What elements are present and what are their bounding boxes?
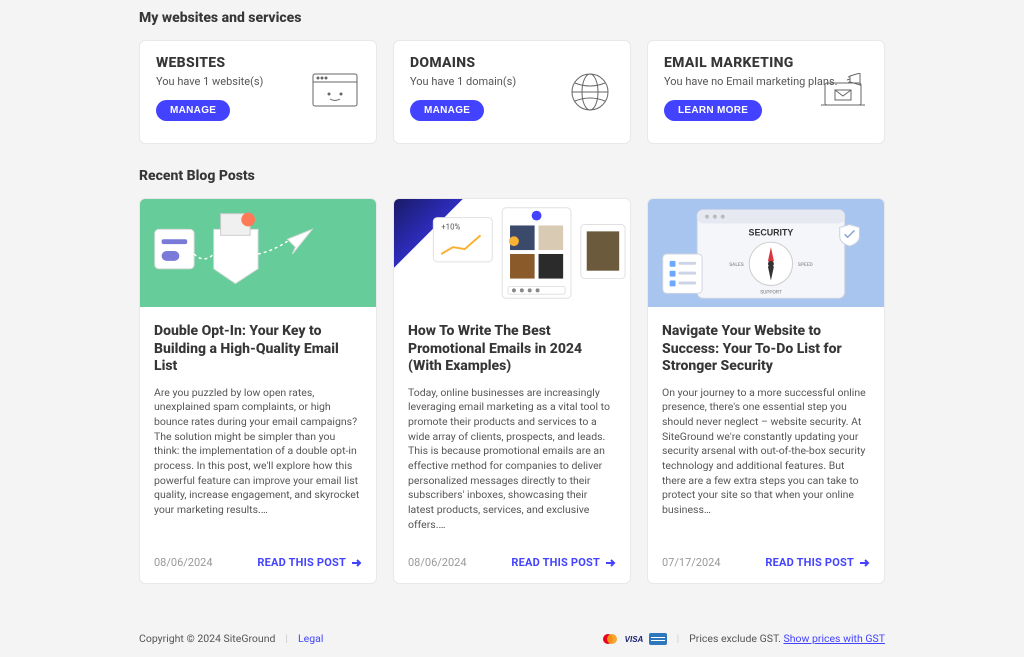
read-post-link[interactable]: READ THIS POST xyxy=(511,556,616,569)
legal-link[interactable]: Legal xyxy=(298,632,323,645)
svg-text:SUPPORT: SUPPORT xyxy=(760,289,781,295)
arrow-right-icon xyxy=(350,557,362,569)
services-section-title: My websites and services xyxy=(139,10,885,26)
email-marketing-card: EMAIL MARKETING You have no Email market… xyxy=(647,40,885,144)
read-post-label: READ THIS POST xyxy=(511,556,600,569)
read-post-link[interactable]: READ THIS POST xyxy=(257,556,362,569)
post-title: How To Write The Best Promotional Emails… xyxy=(408,323,616,376)
blog-post-card: SECURITY SALES SPEED SUPPORT xyxy=(647,198,885,584)
post-illustration: SECURITY SALES SPEED SUPPORT xyxy=(648,199,884,307)
post-illustration xyxy=(140,199,376,307)
page-footer: Copyright © 2024 SiteGround | Legal VISA… xyxy=(139,624,885,657)
websites-card: WEBSITES You have 1 website(s) MANAGE xyxy=(139,40,377,144)
globe-icon xyxy=(566,73,614,111)
visa-icon: VISA xyxy=(623,633,645,645)
copyright-text: Copyright © 2024 SiteGround xyxy=(139,632,275,645)
separator: | xyxy=(285,632,288,645)
post-excerpt: On your journey to a more successful onl… xyxy=(662,386,870,533)
browser-window-icon xyxy=(312,73,360,111)
domains-title: DOMAINS xyxy=(410,55,614,71)
learn-more-email-button[interactable]: LEARN MORE xyxy=(664,100,762,121)
separator: | xyxy=(677,632,680,645)
post-excerpt: Today, online businesses are increasingl… xyxy=(408,386,616,533)
svg-text:+10%: +10% xyxy=(441,222,460,231)
post-excerpt: Are you puzzled by low open rates, unexp… xyxy=(154,386,362,533)
domains-card: DOMAINS You have 1 domain(s) MANAGE xyxy=(393,40,631,144)
manage-websites-button[interactable]: MANAGE xyxy=(156,100,230,121)
payment-cards: VISA xyxy=(601,633,667,645)
mastercard-icon xyxy=(601,633,619,645)
arrow-right-icon xyxy=(858,557,870,569)
amex-icon xyxy=(649,633,667,645)
post-title: Navigate Your Website to Success: Your T… xyxy=(662,323,870,376)
post-date: 08/06/2024 xyxy=(408,556,467,569)
read-post-label: READ THIS POST xyxy=(257,556,346,569)
posts-row: Double Opt-In: Your Key to Building a Hi… xyxy=(139,198,885,584)
websites-title: WEBSITES xyxy=(156,55,360,71)
post-illustration: +10% xyxy=(394,199,630,307)
prices-exclude-text: Prices exclude GST. xyxy=(689,632,783,645)
svg-text:SALES: SALES xyxy=(729,262,744,268)
blog-post-card: +10% xyxy=(393,198,631,584)
show-gst-prices-link[interactable]: Show prices with GST xyxy=(783,632,885,645)
manage-domains-button[interactable]: MANAGE xyxy=(410,100,484,121)
arrow-right-icon xyxy=(604,557,616,569)
blog-section-title: Recent Blog Posts xyxy=(139,168,885,184)
post-date: 07/17/2024 xyxy=(662,556,721,569)
post-title: Double Opt-In: Your Key to Building a Hi… xyxy=(154,323,362,376)
blog-post-card: Double Opt-In: Your Key to Building a Hi… xyxy=(139,198,377,584)
post-date: 08/06/2024 xyxy=(154,556,213,569)
megaphone-laptop-icon xyxy=(820,73,868,111)
read-post-link[interactable]: READ THIS POST xyxy=(765,556,870,569)
svg-text:VISA: VISA xyxy=(624,635,643,644)
read-post-label: READ THIS POST xyxy=(765,556,854,569)
email-title: EMAIL MARKETING xyxy=(664,55,868,71)
services-row: WEBSITES You have 1 website(s) MANAGE DO… xyxy=(139,40,885,144)
svg-text:SECURITY: SECURITY xyxy=(749,227,794,237)
svg-text:SPEED: SPEED xyxy=(798,262,813,268)
